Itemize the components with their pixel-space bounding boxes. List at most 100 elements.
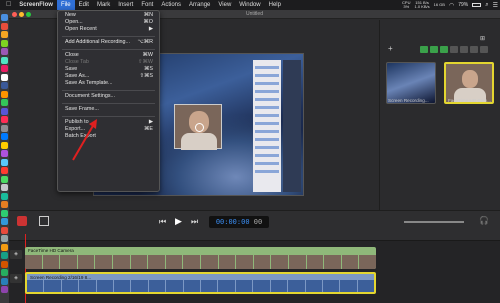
menu-item-save[interactable]: Save ⌘S — [58, 66, 159, 73]
submenu-arrow-icon: ▶ — [148, 119, 153, 125]
crop-icon[interactable] — [39, 216, 49, 226]
menu-item-open[interactable]: Open... ⌘O — [58, 19, 159, 26]
dock-app-icon[interactable] — [1, 175, 8, 183]
dock-app-icon[interactable] — [1, 31, 8, 38]
wifi-icon[interactable]: ◠ — [449, 2, 454, 9]
menu-item-add-additional-recording[interactable]: Add Additional Recording... ⌥⌘R — [58, 39, 159, 46]
play-icon[interactable]: ▶ — [175, 216, 182, 227]
menu-app-name[interactable]: ScreenFlow — [15, 0, 57, 10]
media-item-label: FaceTime HD Cam... — [448, 98, 491, 103]
track-lock-button[interactable]: ◈ — [10, 250, 22, 259]
menu-item-open-recent[interactable]: Open Recent ▶ — [58, 26, 159, 33]
dock-app-icon[interactable] — [1, 48, 8, 55]
dock-app-icon[interactable] — [1, 150, 8, 157]
menu-actions[interactable]: Actions — [157, 0, 185, 10]
menu-file[interactable]: File — [56, 0, 75, 10]
menu-shortcut: ⌘S — [144, 66, 153, 72]
playback-toolbar: ⏮ ▶ ⏭ 00:00:00 00 🎧 — [9, 210, 500, 234]
control-center-icon[interactable]: ☰ — [493, 2, 498, 9]
menu-shortcut: ⌥⌘R — [137, 39, 154, 45]
callout-tab[interactable] — [450, 46, 458, 53]
menu-edit[interactable]: Edit — [75, 0, 93, 10]
battery-icon[interactable] — [472, 3, 482, 7]
dock-app-icon[interactable] — [1, 107, 8, 115]
menu-item-close[interactable]: Close ⌘W — [58, 52, 159, 59]
menu-help[interactable]: Help — [265, 0, 285, 10]
dock-app-icon[interactable] — [1, 56, 8, 64]
apple-menu-icon[interactable]:  — [0, 0, 15, 10]
menu-item-save-as[interactable]: Save As... ⇧⌘S — [58, 73, 159, 80]
dock-app-icon[interactable] — [1, 235, 8, 242]
dock-app-icon[interactable] — [1, 124, 8, 132]
dock-app-icon[interactable] — [1, 141, 8, 149]
dock-app-icon[interactable] — [1, 260, 8, 268]
screen-recording-tab[interactable] — [440, 46, 448, 53]
menu-view[interactable]: View — [214, 0, 235, 10]
dock-app-icon[interactable] — [1, 209, 8, 217]
spotlight-icon[interactable]: ⌕ — [485, 2, 488, 9]
timeline-track-facetime[interactable]: FaceTime HD Camera — [25, 247, 376, 269]
timeline-track-screen-recording[interactable]: Screen Recording 2/16/19 8... — [25, 272, 376, 294]
dock-app-icon[interactable] — [1, 201, 8, 208]
video-properties-tab[interactable] — [420, 46, 428, 53]
dock-app-icon[interactable] — [1, 73, 8, 81]
headphones-icon[interactable]: 🎧 — [479, 216, 489, 225]
rewind-icon[interactable]: ⏮ — [159, 217, 166, 227]
dock-app-icon[interactable] — [1, 99, 8, 106]
rotate-handle-icon[interactable] — [195, 123, 204, 132]
menu-separator — [62, 116, 155, 117]
dock-app-icon[interactable] — [1, 269, 8, 276]
dock-app-icon[interactable] — [1, 82, 8, 89]
timeline-ruler[interactable] — [9, 234, 500, 241]
menu-font[interactable]: Font — [137, 0, 157, 10]
net-down: 1.0 KB/s — [414, 4, 430, 9]
dock-app-icon[interactable] — [1, 286, 8, 293]
menu-bar:  ScreenFlow File Edit Mark Insert Font … — [0, 0, 500, 10]
network-monitor[interactable]: 151 B/s 1.0 KB/s — [415, 1, 430, 9]
dock-app-icon[interactable] — [1, 65, 8, 72]
dock-app-icon[interactable] — [1, 116, 8, 123]
mem-value: 16 GB — [433, 2, 445, 7]
dock-app-icon[interactable] — [1, 22, 8, 30]
menu-separator — [62, 36, 155, 37]
annotations-tab[interactable] — [470, 46, 478, 53]
dock-app-icon[interactable] — [1, 184, 8, 191]
cpu-monitor[interactable]: CPU 3% — [402, 1, 410, 9]
menu-mark[interactable]: Mark — [93, 0, 114, 10]
dock-app-icon[interactable] — [1, 218, 8, 225]
text-tab[interactable] — [460, 46, 468, 53]
dock-app-icon[interactable] — [1, 277, 8, 285]
menu-separator — [62, 49, 155, 50]
dock-app-icon[interactable] — [1, 252, 8, 259]
menu-item-new[interactable]: New ⌘N — [58, 12, 159, 19]
dock-app-icon[interactable] — [1, 167, 8, 174]
volume-slider[interactable] — [404, 221, 464, 223]
sidebar-preview — [283, 60, 301, 192]
dock-app-icon[interactable] — [1, 90, 8, 98]
add-media-icon[interactable]: + — [388, 44, 393, 53]
timeline[interactable]: ◈ FaceTime HD Camera ◈ Screen Recording … — [9, 234, 500, 303]
dock-app-icon[interactable] — [1, 192, 8, 200]
dock-app-icon[interactable] — [1, 133, 8, 140]
memory-monitor[interactable]: 16 GB — [434, 3, 445, 7]
menu-item-save-frame[interactable]: Save Frame... — [58, 106, 159, 113]
snapshot-icon[interactable] — [17, 216, 27, 226]
list-view-icon[interactable]: ⊞ — [480, 35, 485, 42]
menu-item-document-settings[interactable]: Document Settings... — [58, 93, 159, 100]
dock-app-icon[interactable] — [1, 158, 8, 166]
media-tab[interactable] — [480, 46, 488, 53]
menu-window[interactable]: Window — [235, 0, 264, 10]
track-lock-button[interactable]: ◈ — [10, 274, 22, 283]
audio-properties-tab[interactable] — [430, 46, 438, 53]
dock-app-icon[interactable] — [1, 39, 8, 47]
dock-app-icon[interactable] — [1, 14, 8, 21]
menu-arrange[interactable]: Arrange — [185, 0, 214, 10]
fast-forward-icon[interactable]: ⏭ — [191, 217, 198, 227]
battery-percent[interactable]: 79% — [458, 2, 468, 8]
dock-app-icon[interactable] — [1, 226, 8, 234]
menu-item-save-as-template[interactable]: Save As Template... — [58, 80, 159, 87]
dock-app-icon[interactable] — [1, 243, 8, 251]
submenu-arrow-icon: ▶ — [148, 26, 153, 32]
menu-shortcut: ⌘N — [143, 12, 153, 18]
menu-insert[interactable]: Insert — [114, 0, 137, 10]
